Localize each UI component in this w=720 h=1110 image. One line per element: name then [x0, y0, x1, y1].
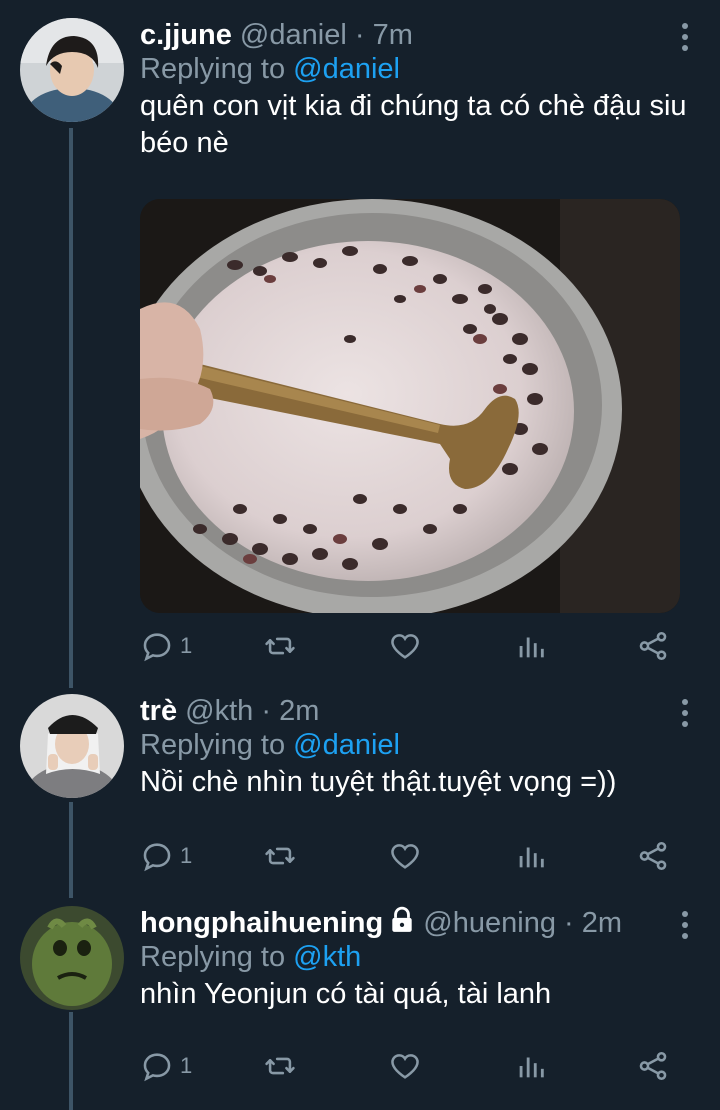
tweet-text: nhìn Yeonjun có tài quá, tài lanh	[140, 978, 552, 1010]
tweet-actions: 1	[140, 836, 680, 876]
avatar[interactable]	[20, 694, 124, 798]
timestamp[interactable]: 2m	[279, 695, 319, 727]
user-handle[interactable]: @daniel	[240, 19, 347, 51]
user-handle[interactable]: @kth	[185, 695, 253, 727]
user-handle[interactable]: @huening	[423, 907, 556, 939]
display-name[interactable]: c.jjune	[140, 19, 232, 51]
replying-to-label: Replying to	[140, 941, 286, 973]
share-icon	[639, 631, 667, 661]
retweet-icon	[265, 637, 295, 655]
tweet-header: c.jjune @daniel · 7m	[140, 18, 700, 52]
avatar[interactable]	[20, 906, 124, 1010]
tweet-text: Nồi chè nhìn tuyệt thật.tuyệt vọng =))	[140, 766, 617, 798]
reply-count: 1	[180, 843, 193, 868]
heart-icon	[391, 844, 419, 869]
separator-dot: ·	[564, 907, 574, 939]
more-vertical-icon[interactable]	[670, 910, 700, 940]
tweet-actions: 1	[140, 626, 680, 666]
replying-to-label: Replying to	[140, 729, 286, 761]
like-button[interactable]	[388, 626, 422, 666]
share-icon	[639, 841, 667, 871]
lock-icon	[392, 906, 412, 932]
replying-to: Replying to @daniel	[140, 52, 700, 86]
tweet[interactable]: hongphaihuening @huening · 2m Replying t…	[0, 906, 720, 1106]
reply-button[interactable]: 1	[140, 1046, 192, 1086]
display-name[interactable]: hongphaihuening	[140, 907, 383, 939]
more-vertical-icon[interactable]	[670, 22, 700, 52]
timestamp[interactable]: 2m	[582, 907, 622, 939]
analytics-icon	[519, 637, 544, 658]
replying-to: Replying to @daniel	[140, 728, 700, 762]
retweet-button[interactable]	[262, 836, 298, 876]
reply-icon	[143, 633, 171, 662]
separator-dot: ·	[354, 19, 365, 51]
mention-link[interactable]: @daniel	[293, 53, 400, 85]
retweet-icon	[265, 1057, 295, 1075]
retweet-icon	[265, 847, 295, 865]
reply-count: 1	[180, 633, 193, 658]
like-button[interactable]	[388, 1046, 422, 1086]
share-button[interactable]	[636, 1046, 670, 1086]
tweet[interactable]: trè @kth · 2m Replying to @daniel Nồi ch…	[0, 694, 720, 884]
share-icon	[639, 1051, 667, 1081]
tweet-actions: 1	[140, 1046, 680, 1086]
tweet[interactable]: c.jjune @daniel · 7m Replying to @daniel…	[0, 18, 720, 678]
replying-to-label: Replying to	[140, 53, 286, 85]
analytics-button[interactable]	[514, 836, 548, 876]
analytics-button[interactable]	[514, 626, 548, 666]
analytics-icon	[519, 1057, 544, 1078]
retweet-button[interactable]	[262, 1046, 298, 1086]
reply-icon	[143, 1053, 171, 1082]
timestamp[interactable]: 7m	[373, 19, 413, 51]
analytics-icon	[519, 847, 544, 868]
heart-icon	[391, 1054, 419, 1079]
tweet-header: trè @kth · 2m	[140, 694, 700, 728]
tweet-header: hongphaihuening @huening · 2m	[140, 906, 700, 940]
reply-button[interactable]: 1	[140, 836, 192, 876]
tweet-text: quên con vịt kia đi chúng ta có chè đậu …	[140, 90, 687, 159]
more-vertical-icon[interactable]	[670, 698, 700, 728]
analytics-button[interactable]	[514, 1046, 548, 1086]
separator-dot: ·	[261, 695, 271, 727]
share-button[interactable]	[636, 626, 670, 666]
mention-link[interactable]: @kth	[293, 941, 361, 973]
share-button[interactable]	[636, 836, 670, 876]
tweet-media-image[interactable]	[140, 199, 680, 613]
reply-icon	[143, 843, 171, 872]
retweet-button[interactable]	[262, 626, 298, 666]
replying-to: Replying to @kth	[140, 940, 700, 974]
avatar[interactable]	[20, 18, 124, 122]
mention-link[interactable]: @daniel	[293, 729, 400, 761]
heart-icon	[391, 634, 419, 659]
like-button[interactable]	[388, 836, 422, 876]
reply-button[interactable]: 1	[140, 626, 192, 666]
display-name[interactable]: trè	[140, 695, 177, 727]
reply-count: 1	[180, 1053, 193, 1078]
